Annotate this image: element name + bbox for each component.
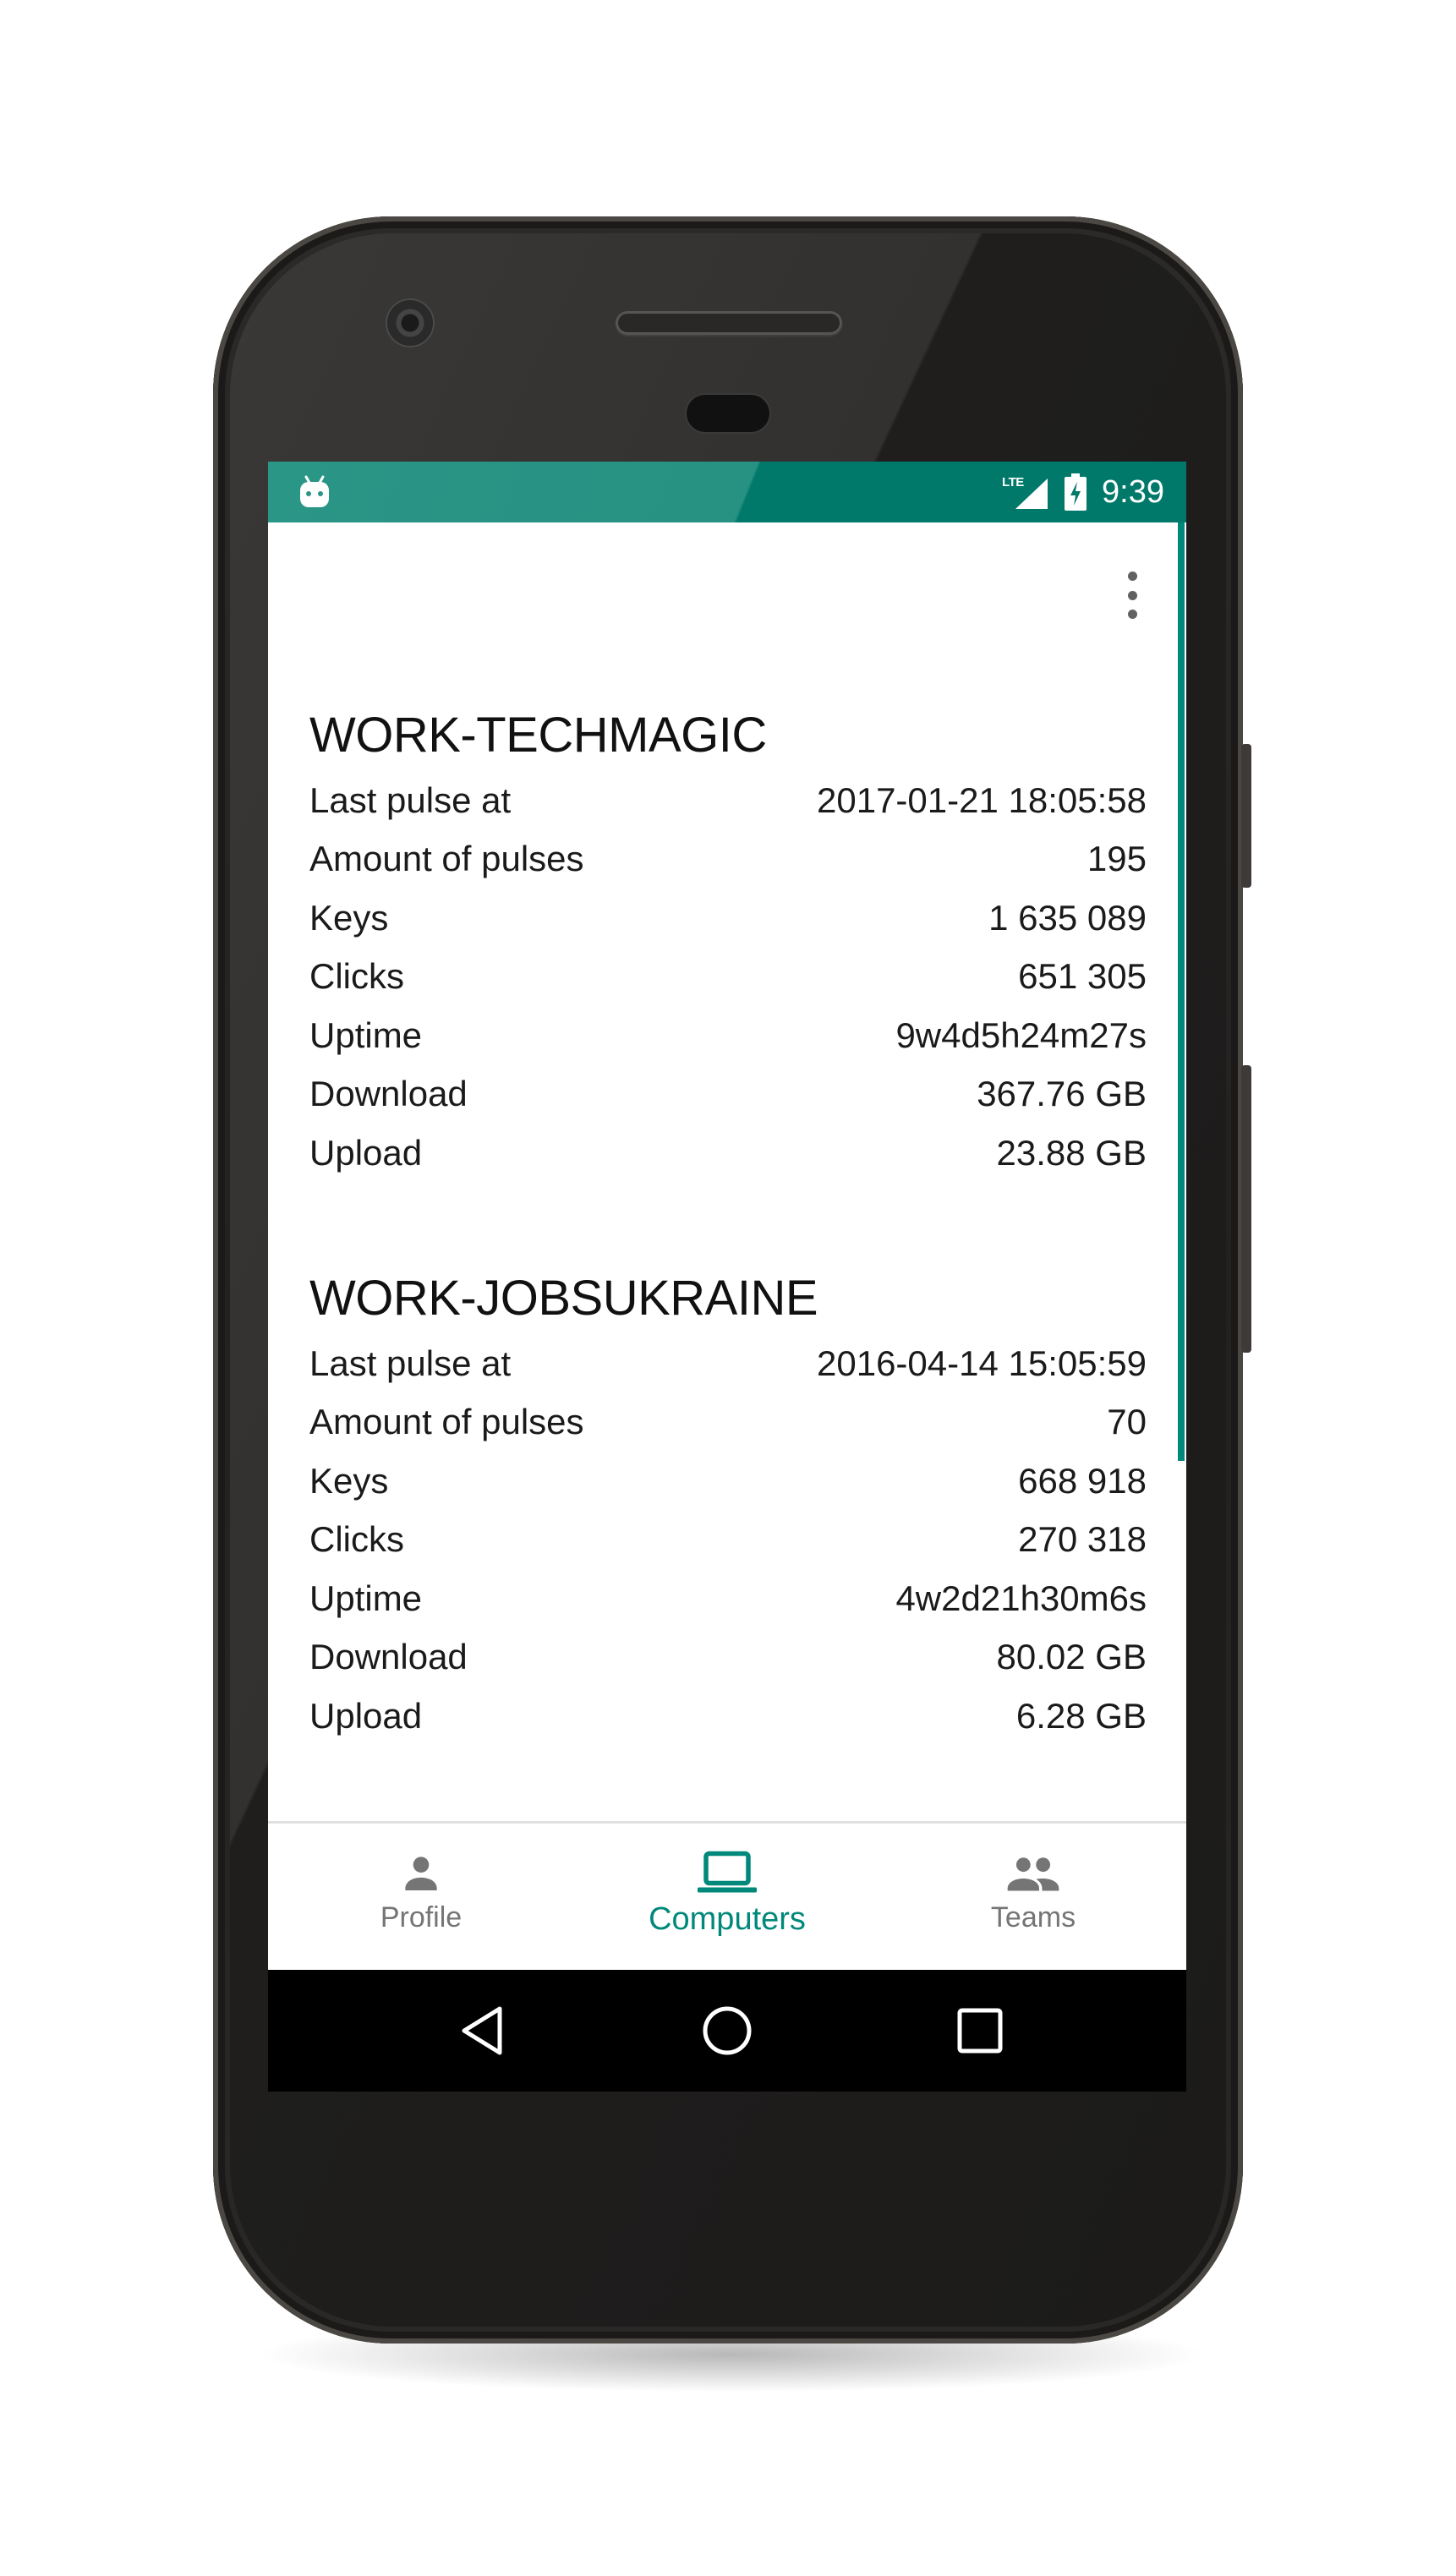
volume-button xyxy=(1241,1065,1251,1353)
stat-label: Clicks xyxy=(309,1519,404,1560)
stat-row-amount-of-pulses: Amount of pulses 195 xyxy=(309,830,1147,889)
stat-value: 4w2d21h30m6s xyxy=(895,1578,1147,1618)
home-button[interactable] xyxy=(697,2000,758,2061)
stat-value: 2016-04-14 15:05:59 xyxy=(817,1343,1147,1383)
computer-name: WORK-JOBSUKRAINE xyxy=(309,1271,818,1326)
stat-value: 80.02 GB xyxy=(996,1637,1147,1677)
menu-dot xyxy=(1127,572,1137,581)
stage: LTE 9:39 WORK-TECHMAGIC Last pulse at 20… xyxy=(0,0,1456,2576)
scroll-indicator[interactable] xyxy=(1178,522,1185,1461)
stat-label: Clicks xyxy=(309,956,404,997)
nav-item-teams[interactable]: Teams xyxy=(880,1824,1186,1972)
stat-label: Download xyxy=(309,1074,468,1114)
nav-label-profile: Profile xyxy=(380,1901,463,1933)
stat-label: Last pulse at xyxy=(309,1343,512,1383)
stat-value: 1 635 089 xyxy=(988,897,1147,938)
stat-row-amount-of-pulses: Amount of pulses 70 xyxy=(309,1393,1147,1452)
nav-item-computers[interactable]: Computers xyxy=(574,1824,880,1972)
menu-dot xyxy=(1127,590,1137,600)
stat-value: 651 305 xyxy=(1018,956,1147,997)
stat-value: 270 318 xyxy=(1018,1519,1147,1560)
battery-charging-icon xyxy=(1065,473,1087,511)
front-camera xyxy=(387,300,433,346)
recents-button[interactable] xyxy=(950,2000,1010,2061)
stat-value: 23.88 GB xyxy=(996,1132,1147,1173)
status-bar: LTE 9:39 xyxy=(268,462,1186,522)
stat-label: Download xyxy=(309,1637,468,1677)
status-icons: LTE 9:39 xyxy=(1002,468,1164,516)
stat-row-clicks: Clicks 270 318 xyxy=(309,1511,1147,1570)
nav-label-computers: Computers xyxy=(649,1901,806,1937)
people-icon xyxy=(1007,1857,1059,1891)
stat-label: Keys xyxy=(309,1460,389,1501)
stat-row-keys: Keys 668 918 xyxy=(309,1452,1147,1511)
stat-label: Last pulse at xyxy=(309,779,512,820)
stat-value: 9w4d5h24m27s xyxy=(895,1015,1147,1055)
computer-card: WORK-TECHMAGIC Last pulse at 2017-01-21 … xyxy=(309,700,1147,1183)
nav-label-teams: Teams xyxy=(990,1901,1076,1933)
android-debug-icon xyxy=(300,475,329,507)
menu-dot xyxy=(1127,610,1137,619)
system-navigation-bar xyxy=(268,1970,1186,2092)
earpiece-speaker xyxy=(616,311,842,335)
proximity-sensor xyxy=(687,395,769,432)
stat-value: 195 xyxy=(1087,839,1147,879)
stat-value: 668 918 xyxy=(1018,1460,1147,1501)
stat-row-upload: Upload 23.88 GB xyxy=(309,1124,1147,1183)
stat-row-clicks: Clicks 651 305 xyxy=(309,948,1147,1007)
stat-value: 70 xyxy=(1107,1402,1147,1442)
person-icon xyxy=(405,1857,437,1890)
stat-value: 367.76 GB xyxy=(977,1074,1147,1114)
computer-name: WORK-TECHMAGIC xyxy=(309,708,767,763)
stat-label: Amount of pulses xyxy=(309,839,584,879)
screen: LTE 9:39 WORK-TECHMAGIC Last pulse at 20… xyxy=(268,462,1186,2092)
lte-signal-icon: LTE xyxy=(1002,473,1049,511)
stat-row-download: Download 367.76 GB xyxy=(309,1065,1147,1124)
stat-row-upload: Upload 6.28 GB xyxy=(309,1687,1147,1746)
more-vert-icon[interactable] xyxy=(1124,572,1141,619)
stat-row-uptime: Uptime 4w2d21h30m6s xyxy=(309,1569,1147,1628)
stat-row-uptime: Uptime 9w4d5h24m27s xyxy=(309,1006,1147,1065)
home-icon xyxy=(703,2006,752,2055)
stat-row-last-pulse: Last pulse at 2016-04-14 15:05:59 xyxy=(309,1334,1147,1393)
bottom-navigation: Profile Computers Teams xyxy=(268,1821,1186,1972)
stat-row-keys: Keys 1 635 089 xyxy=(309,889,1147,948)
stat-label: Upload xyxy=(309,1695,423,1736)
power-button xyxy=(1241,744,1251,888)
laptop-icon xyxy=(698,1851,757,1893)
stat-row-download: Download 80.02 GB xyxy=(309,1628,1147,1687)
back-button[interactable] xyxy=(452,2000,513,2061)
stat-label: Amount of pulses xyxy=(309,1402,584,1442)
stat-label: Upload xyxy=(309,1132,423,1173)
computer-card: WORK-JOBSUKRAINE Last pulse at 2016-04-1… xyxy=(309,1263,1147,1746)
nav-item-profile[interactable]: Profile xyxy=(268,1824,574,1972)
stat-value: 2017-01-21 18:05:58 xyxy=(817,779,1147,820)
stat-label: Keys xyxy=(309,897,389,938)
stat-label: Uptime xyxy=(309,1015,423,1055)
back-icon xyxy=(462,2006,502,2055)
status-time: 9:39 xyxy=(1102,473,1164,510)
recents-icon xyxy=(957,2008,1003,2054)
computers-list[interactable]: WORK-TECHMAGIC Last pulse at 2017-01-21 … xyxy=(268,522,1186,1736)
stat-row-last-pulse: Last pulse at 2017-01-21 18:05:58 xyxy=(309,771,1147,830)
stat-value: 6.28 GB xyxy=(1015,1695,1147,1736)
stat-label: Uptime xyxy=(309,1578,423,1618)
